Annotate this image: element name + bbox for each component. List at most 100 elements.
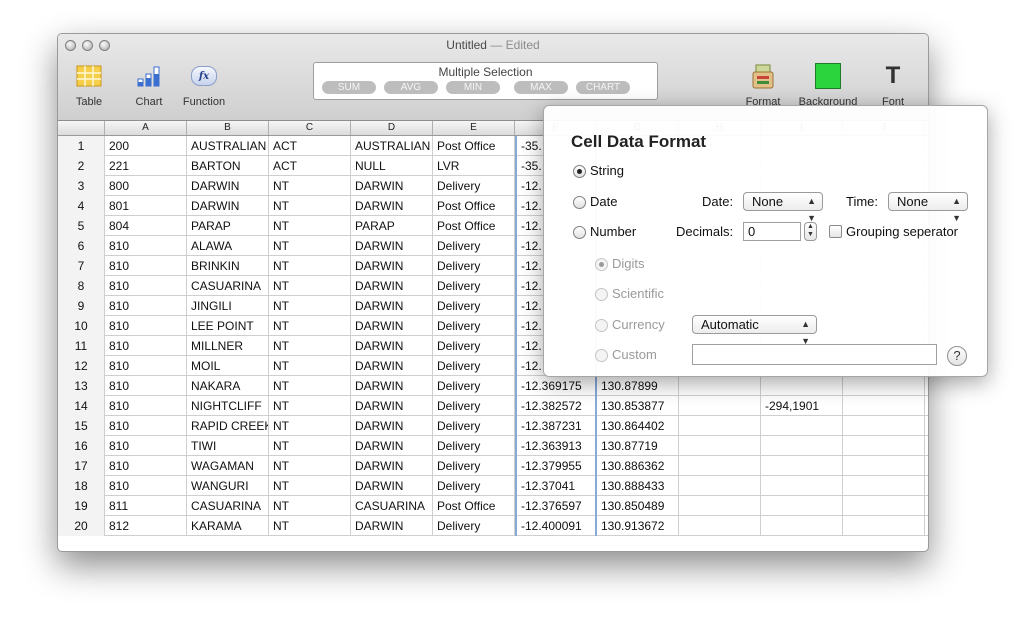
table-cell[interactable]: 804 [105,216,187,236]
date-radio[interactable] [573,196,586,209]
table-cell[interactable]: DARWIN [187,196,269,216]
table-cell[interactable]: NT [269,376,351,396]
table-cell[interactable]: NT [269,496,351,516]
table-cell[interactable]: 810 [105,296,187,316]
table-cell[interactable] [843,396,925,416]
table-cell[interactable]: -12.376597 [515,496,597,516]
table-cell[interactable]: LVR [433,156,515,176]
table-cell[interactable]: DARWIN [351,376,433,396]
table-cell[interactable] [679,436,761,456]
table-cell[interactable]: -12.387231 [515,416,597,436]
table-cell[interactable]: 130.853877 [597,396,679,416]
row-number[interactable]: 15 [58,416,105,436]
table-cell[interactable]: 810 [105,396,187,416]
table-cell[interactable] [843,416,925,436]
row-number[interactable]: 6 [58,236,105,256]
table-cell[interactable]: 810 [105,336,187,356]
row-number[interactable]: 9 [58,296,105,316]
table-cell[interactable] [843,456,925,476]
table-cell[interactable]: BRINKIN [187,256,269,276]
table-cell[interactable]: MILLNER [187,336,269,356]
table-cell[interactable]: 812 [105,516,187,536]
table-cell[interactable]: Post Office [433,216,515,236]
table-cell[interactable]: Delivery [433,256,515,276]
table-cell[interactable]: TIWI [187,436,269,456]
table-cell[interactable]: CASUARINA [187,496,269,516]
table-cell[interactable]: BARTON [187,156,269,176]
table-cell[interactable] [679,396,761,416]
table-cell[interactable]: DARWIN [351,476,433,496]
date-select[interactable]: None ▲ ▼ [743,192,823,223]
row-number[interactable]: 16 [58,436,105,456]
table-cell[interactable]: NT [269,436,351,456]
row-number[interactable]: 17 [58,456,105,476]
table-cell[interactable]: DARWIN [351,456,433,476]
table-cell[interactable]: -12.400091 [515,516,597,536]
table-cell[interactable]: 810 [105,456,187,476]
table-cell[interactable]: NT [269,356,351,376]
format-tool-button[interactable]: Format [738,60,788,108]
font-tool-button[interactable]: T Font [873,60,913,108]
table-cell[interactable]: Post Office [433,496,515,516]
table-cell[interactable]: ALAWA [187,236,269,256]
table-cell[interactable]: NT [269,396,351,416]
table-cell[interactable]: 130.850489 [597,496,679,516]
table-cell[interactable]: DARWIN [187,176,269,196]
table-cell[interactable]: PARAP [187,216,269,236]
table-cell[interactable] [761,456,843,476]
table-cell[interactable]: NT [269,456,351,476]
table-cell[interactable] [761,376,843,396]
row-number[interactable]: 12 [58,356,105,376]
table-cell[interactable] [761,516,843,536]
table-cell[interactable]: DARWIN [351,316,433,336]
table-cell[interactable]: 810 [105,376,187,396]
row-number[interactable]: 8 [58,276,105,296]
max-button[interactable]: MAX [514,81,568,94]
table-cell[interactable]: 130.886362 [597,456,679,476]
table-cell[interactable] [843,516,925,536]
table-cell[interactable]: AUSTRALIAN [351,136,433,156]
table-cell[interactable] [761,436,843,456]
number-radio[interactable] [573,226,586,239]
table-cell[interactable]: 130.913672 [597,516,679,536]
table-cell[interactable] [843,496,925,516]
table-cell[interactable]: -12.379955 [515,456,597,476]
table-cell[interactable]: 810 [105,236,187,256]
chart-button[interactable]: CHART [576,81,630,94]
table-cell[interactable]: -12.382572 [515,396,597,416]
table-cell[interactable]: DARWIN [351,236,433,256]
table-cell[interactable]: -12.37041 [515,476,597,496]
row-number[interactable]: 18 [58,476,105,496]
table-cell[interactable]: -12.363913 [515,436,597,456]
table-cell[interactable]: ACT [269,156,351,176]
table-cell[interactable]: Delivery [433,396,515,416]
table-cell[interactable]: WAGAMAN [187,456,269,476]
table-cell[interactable]: 801 [105,196,187,216]
table-cell[interactable]: NT [269,296,351,316]
sum-button[interactable]: SUM [322,81,376,94]
select-all-corner[interactable] [58,121,105,135]
table-cell[interactable]: RAPID CREEK [187,416,269,436]
table-cell[interactable]: Delivery [433,436,515,456]
row-number[interactable]: 10 [58,316,105,336]
row-number[interactable]: 3 [58,176,105,196]
table-cell[interactable]: NT [269,216,351,236]
table-cell[interactable]: DARWIN [351,196,433,216]
min-button[interactable]: MIN [446,81,500,94]
table-cell[interactable]: Delivery [433,356,515,376]
table-cell[interactable]: 130.864402 [597,416,679,436]
table-cell[interactable]: 130.87719 [597,436,679,456]
table-cell[interactable]: Delivery [433,456,515,476]
table-cell[interactable]: DARWIN [351,516,433,536]
table-cell[interactable]: MOIL [187,356,269,376]
table-cell[interactable]: JINGILI [187,296,269,316]
table-cell[interactable]: Delivery [433,516,515,536]
column-header[interactable]: E [433,121,515,135]
table-cell[interactable]: 130.888433 [597,476,679,496]
table-cell[interactable]: Delivery [433,236,515,256]
table-cell[interactable] [679,376,761,396]
table-cell[interactable]: 810 [105,316,187,336]
row-number[interactable]: 20 [58,516,105,536]
table-cell[interactable]: NULL [351,156,433,176]
custom-format-field[interactable] [692,344,937,365]
